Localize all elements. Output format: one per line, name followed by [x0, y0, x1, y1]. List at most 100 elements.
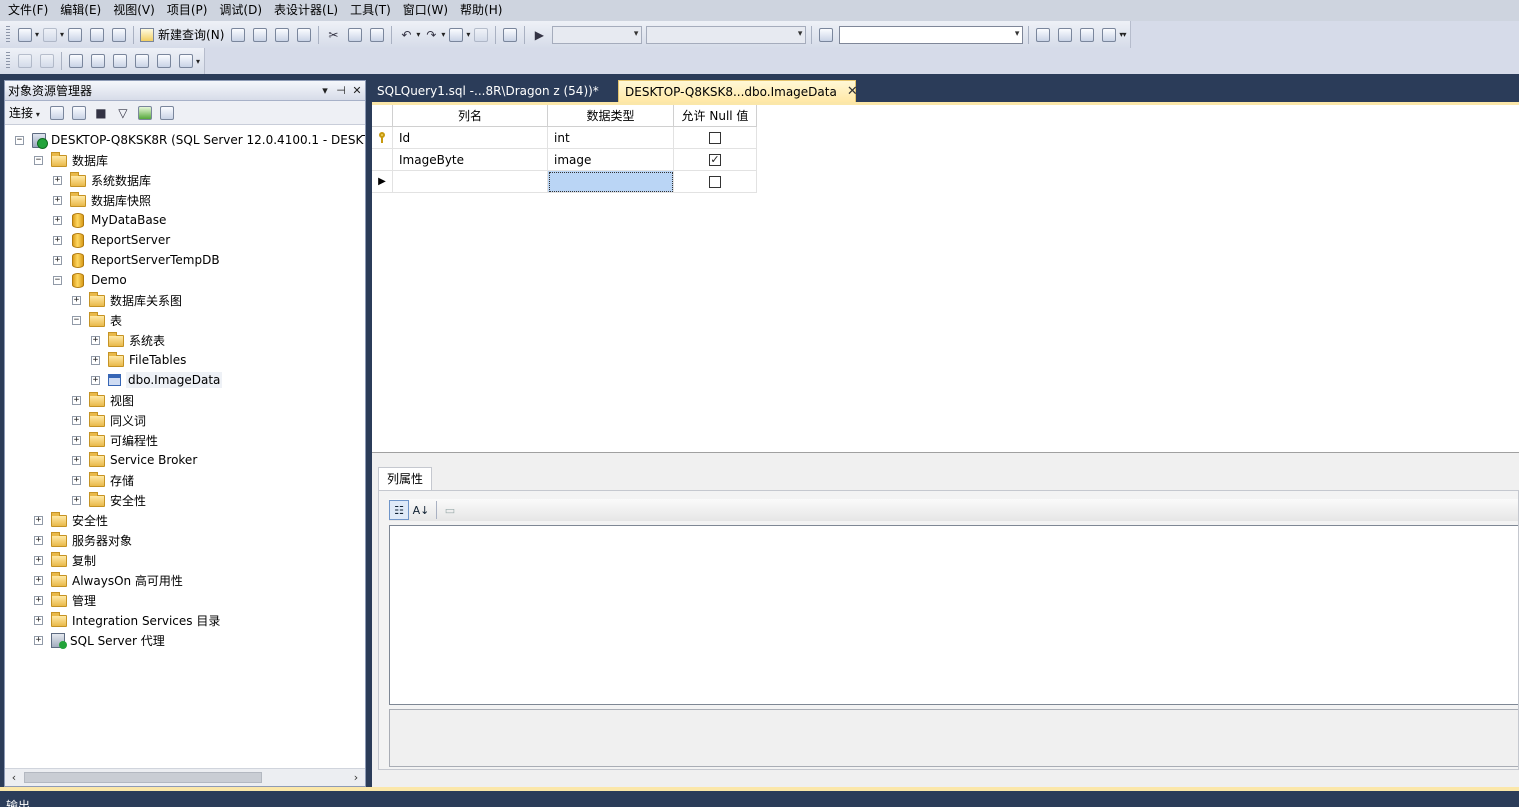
manage-fulltext-icon[interactable] [110, 51, 130, 71]
dmx-query-icon[interactable] [272, 25, 292, 45]
expand-icon[interactable]: + [34, 555, 43, 565]
tab-sqlquery1[interactable]: SQLQuery1.sql -...8R\Dragon z (54))* [371, 80, 605, 102]
menu-item-4[interactable]: 调试(D) [213, 0, 268, 21]
xmla-query-icon[interactable] [294, 25, 314, 45]
output-panel-bar[interactable]: 输出 [0, 787, 1519, 807]
tab-imagedata-designer[interactable]: DESKTOP-Q8KSK8...dbo.ImageData ✕ [618, 80, 858, 102]
find-combo[interactable]: ▾ [839, 25, 1024, 44]
toolbar-grip[interactable] [6, 25, 10, 44]
window-layout-icon[interactable] [1099, 25, 1119, 45]
properties-grid[interactable] [389, 525, 1518, 705]
stop-icon[interactable]: ■ [91, 103, 111, 123]
table-row-new[interactable]: ▶ [372, 171, 757, 193]
save-all-icon[interactable] [109, 25, 129, 45]
connect-object-explorer-icon[interactable] [47, 103, 67, 123]
allow-null-checkbox[interactable] [709, 131, 721, 144]
redo-icon[interactable]: ↷ [421, 25, 441, 45]
toolbox-icon[interactable] [1077, 25, 1097, 45]
expand-icon[interactable]: + [72, 395, 81, 405]
expand-icon[interactable]: + [34, 595, 43, 605]
tree-node[interactable]: + 数据库关系图 [72, 290, 182, 310]
scrollbar-thumb[interactable] [24, 772, 262, 783]
copy-icon[interactable] [345, 25, 365, 45]
toolbar-overflow-icon[interactable]: ▾ [1122, 30, 1126, 39]
tree-node[interactable]: + AlwaysOn 高可用性 [34, 570, 183, 590]
disconnect-icon[interactable] [69, 103, 89, 123]
menu-item-8[interactable]: 帮助(H) [454, 0, 508, 21]
new-project-icon[interactable] [15, 25, 35, 45]
tree-node[interactable]: + Integration Services 目录 [34, 610, 220, 630]
tree-node[interactable]: + Service Broker [72, 450, 197, 470]
allow-null-header[interactable]: 允许 Null 值 [674, 105, 757, 127]
expand-icon[interactable]: + [53, 175, 62, 185]
tree-node[interactable]: + 系统表 [91, 330, 165, 350]
tree-node[interactable]: + 系统数据库 [53, 170, 151, 190]
column-name-header[interactable]: 列名 [393, 105, 548, 127]
scroll-left-icon[interactable]: ‹ [7, 771, 21, 784]
tree-node[interactable]: + 管理 [34, 590, 96, 610]
manage-indexes-icon[interactable] [88, 51, 108, 71]
column-properties-tab[interactable]: 列属性 [378, 467, 433, 491]
tree-node[interactable]: − Demo [53, 270, 127, 290]
expand-icon[interactable]: + [53, 195, 62, 205]
collapse-icon[interactable]: − [34, 155, 43, 165]
tree-node[interactable]: + 安全性 [72, 490, 146, 510]
manage-check-constraints-icon[interactable] [154, 51, 174, 71]
menu-item-0[interactable]: 文件(F) [2, 0, 54, 21]
column-name-cell[interactable]: Id [393, 127, 548, 149]
tree-node[interactable]: + ReportServerTempDB [53, 250, 220, 270]
menu-item-2[interactable]: 视图(V) [107, 0, 161, 21]
tree-node[interactable]: + 安全性 [34, 510, 108, 530]
generate-change-script-icon[interactable] [15, 51, 35, 71]
column-name-cell[interactable] [393, 171, 548, 193]
categorized-icon[interactable]: ☷ [389, 500, 409, 520]
database-engine-query-icon[interactable] [228, 25, 248, 45]
tree-node[interactable]: + dbo.ImageData [91, 370, 223, 390]
expand-icon[interactable]: + [34, 535, 43, 545]
scroll-right-icon[interactable]: › [349, 771, 363, 784]
activity-monitor-icon[interactable] [157, 103, 177, 123]
data-type-cell[interactable] [548, 171, 674, 193]
expand-icon[interactable]: + [91, 355, 100, 365]
solution-configurations-dropdown[interactable]: ▾ [552, 25, 643, 44]
navigate-icon[interactable] [446, 25, 466, 45]
manage-spatial-indexes-icon[interactable] [176, 51, 196, 71]
start-debug-icon[interactable]: ▶ [529, 25, 549, 45]
data-type-header[interactable]: 数据类型 [548, 105, 674, 127]
collapse-icon[interactable]: − [72, 315, 81, 325]
tree-node[interactable]: + SQL Server 代理 [34, 630, 165, 650]
tree-node[interactable]: + 数据库快照 [53, 190, 151, 210]
set-primary-key-icon[interactable] [37, 51, 57, 71]
open-file-icon[interactable] [65, 25, 85, 45]
tree-node[interactable]: + 存储 [72, 470, 134, 490]
expand-icon[interactable]: + [53, 235, 62, 245]
properties-window-icon[interactable] [1055, 25, 1075, 45]
expand-icon[interactable]: + [34, 635, 43, 645]
navigate-forward-icon[interactable] [471, 25, 491, 45]
expand-icon[interactable]: + [72, 495, 81, 505]
menu-item-6[interactable]: 工具(T) [344, 0, 397, 21]
expand-icon[interactable]: + [34, 575, 43, 585]
save-icon[interactable] [87, 25, 107, 45]
alphabetical-icon[interactable]: A↓ [411, 500, 431, 520]
row-selector[interactable] [372, 127, 393, 149]
toolbar-overflow-icon[interactable]: ▾ [196, 57, 200, 66]
find-in-files-icon[interactable] [816, 25, 836, 45]
refresh-icon[interactable] [135, 103, 155, 123]
expand-icon[interactable]: + [91, 335, 100, 345]
tree-node[interactable]: + 可编程性 [72, 430, 158, 450]
data-type-cell[interactable]: image [548, 149, 674, 171]
mdx-query-icon[interactable] [250, 25, 270, 45]
new-query-button[interactable]: 新建查询(N) [137, 25, 227, 45]
tree-node[interactable]: − 数据库 [34, 150, 108, 170]
undo-icon[interactable]: ↶ [396, 25, 416, 45]
menu-item-1[interactable]: 编辑(E) [54, 0, 107, 21]
expand-icon[interactable]: + [53, 255, 62, 265]
data-type-cell[interactable]: int [548, 127, 674, 149]
tree-node[interactable]: + MyDataBase [53, 210, 166, 230]
menu-item-7[interactable]: 窗口(W) [397, 0, 454, 21]
manage-xml-indexes-icon[interactable] [132, 51, 152, 71]
row-selector[interactable] [372, 149, 393, 171]
property-pages-icon[interactable]: ▭ [440, 500, 460, 520]
expand-icon[interactable]: + [72, 415, 81, 425]
